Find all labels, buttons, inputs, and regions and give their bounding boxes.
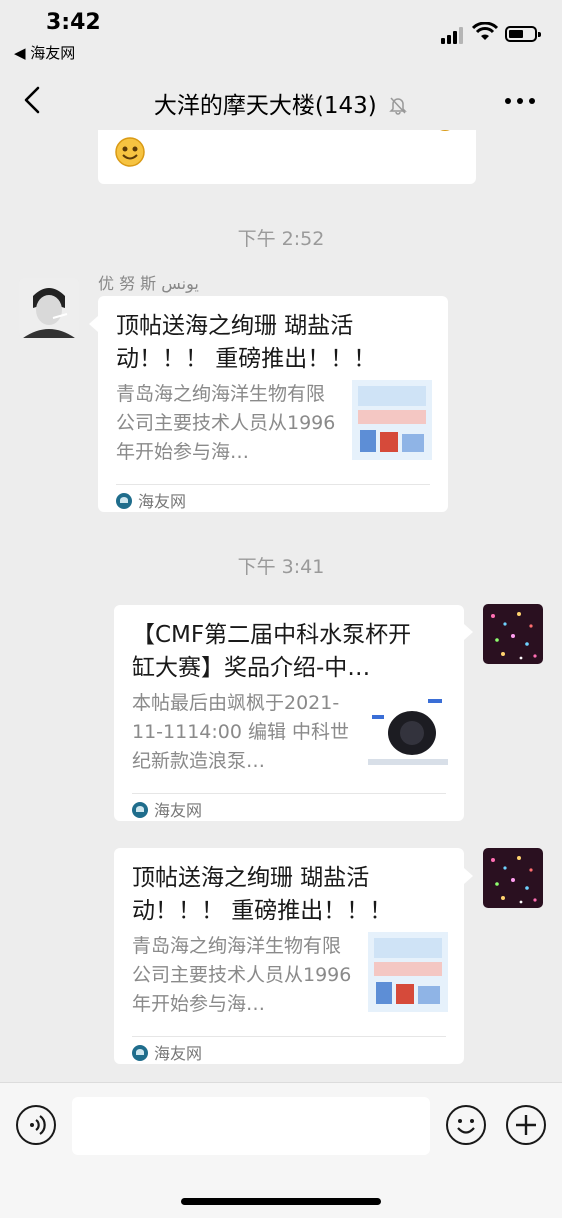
card-description: 本帖最后由飒枫于2021-11-1114:00 编辑 中科世纪新款造浪泵…	[132, 692, 350, 772]
sender-name: 优 努 斯 يونس	[98, 274, 199, 293]
emoji-grin-icon	[115, 137, 145, 167]
mute-bell-icon	[389, 97, 407, 115]
starry-avatar-icon	[483, 848, 543, 908]
card-description: 青岛海之绚海洋生物有限公司主要技术人员从1996年开始参与海…	[116, 383, 336, 463]
card-source: 海友网	[132, 797, 202, 821]
card-thumbnail-image	[368, 689, 448, 769]
bubble-tail	[89, 316, 98, 332]
message-timestamp: 下午 3:41	[237, 556, 325, 578]
chat-header: 大洋的摩天大楼(143)	[0, 72, 562, 130]
message-text-partial: ，……，…………………	[118, 130, 418, 134]
source-logo-icon	[132, 1045, 148, 1061]
source-logo-icon	[116, 493, 132, 509]
more-options-icon[interactable]	[505, 98, 535, 106]
card-source-label: 海友网	[154, 801, 203, 820]
emoji-grin-icon	[440, 130, 450, 131]
card-title: 【CMF第二届中科水泵杯开缸大赛】奖品介绍-中…	[132, 622, 412, 681]
my-avatar[interactable]	[483, 848, 543, 908]
card-title: 顶帖送海之绚珊 瑚盐活动！！！ 重磅推出！！！	[132, 865, 393, 924]
voice-wave-icon	[30, 1115, 46, 1135]
status-time: 3:42	[46, 10, 101, 35]
card-description: 青岛海之绚海洋生物有限公司主要技术人员从1996年开始参与海…	[132, 935, 352, 1015]
back-to-app-link[interactable]: ◀ 海友网	[14, 42, 75, 63]
starry-avatar-icon	[483, 604, 543, 664]
card-divider	[132, 793, 446, 794]
chat-title: 大洋的摩天大楼(143)	[0, 86, 562, 120]
message-bubble[interactable]: ，……，…………………	[98, 130, 476, 184]
cellular-signal-icon	[441, 26, 467, 44]
card-thumbnail-image	[352, 380, 432, 460]
card-source-label: 海友网	[154, 1044, 203, 1063]
source-logo-icon	[132, 802, 148, 818]
more-functions-button[interactable]	[506, 1105, 546, 1145]
status-bar: 3:42 ◀ 海友网	[0, 0, 562, 72]
message-timestamp: 下午 2:52	[237, 228, 325, 250]
voice-input-button[interactable]	[16, 1105, 56, 1145]
sender-avatar[interactable]	[19, 278, 79, 338]
message-list[interactable]: ，……，………………… 下午 2:52 优 努 斯 يونس 顶帖送海之绚珊 瑚…	[0, 130, 562, 1082]
card-source: 海友网	[116, 488, 186, 512]
plus-icon	[516, 1115, 536, 1135]
card-title: 顶帖送海之绚珊 瑚盐活动！！！ 重磅推出！！！	[116, 313, 377, 372]
link-card-outgoing[interactable]: 【CMF第二届中科水泵杯开缸大赛】奖品介绍-中… 本帖最后由飒枫于2021-11…	[114, 605, 464, 821]
card-divider	[116, 484, 430, 485]
emoji-button[interactable]	[446, 1105, 486, 1145]
person-avatar-icon	[19, 278, 79, 338]
chat-title-text: 大洋的摩天大楼(143)	[153, 93, 377, 119]
link-card-outgoing[interactable]: 顶帖送海之绚珊 瑚盐活动！！！ 重磅推出！！！ 青岛海之绚海洋生物有限公司主要技…	[114, 848, 464, 1064]
card-thumbnail-image	[368, 932, 448, 1012]
bubble-tail	[464, 624, 473, 640]
bubble-tail	[464, 868, 473, 884]
wifi-icon	[472, 22, 498, 40]
my-avatar[interactable]	[483, 604, 543, 664]
card-source-label: 海友网	[138, 492, 187, 511]
card-source: 海友网	[132, 1040, 202, 1064]
card-divider	[132, 1036, 446, 1037]
battery-icon	[505, 26, 541, 42]
message-text-input[interactable]	[72, 1097, 430, 1155]
smiley-icon	[457, 1119, 475, 1134]
link-card-incoming[interactable]: 顶帖送海之绚珊 瑚盐活动！！！ 重磅推出！！！ 青岛海之绚海洋生物有限公司主要技…	[98, 296, 448, 512]
home-indicator[interactable]	[181, 1198, 381, 1205]
